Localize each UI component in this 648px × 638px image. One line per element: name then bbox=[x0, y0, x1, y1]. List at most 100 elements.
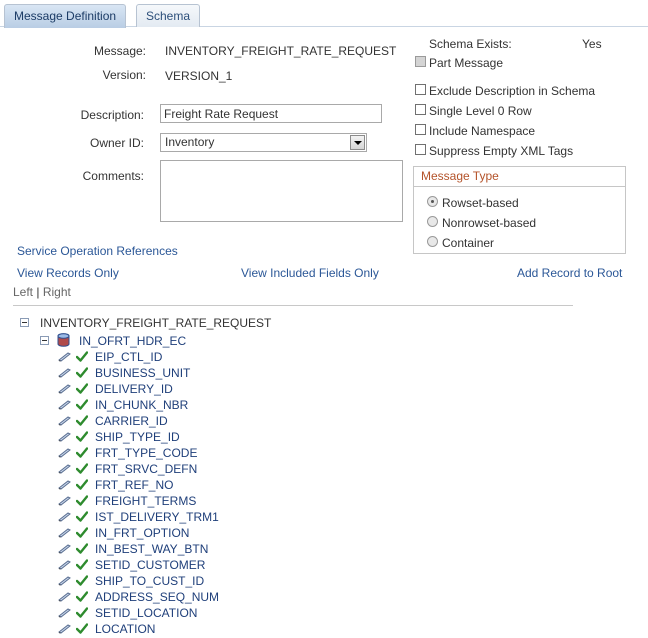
tree-field-label[interactable]: BUSINESS_UNIT bbox=[95, 366, 190, 380]
tree-field-label[interactable]: FRT_SRVC_DEFN bbox=[95, 462, 197, 476]
edit-pencil-icon[interactable] bbox=[58, 576, 72, 586]
separator: | bbox=[36, 285, 40, 299]
check-icon bbox=[76, 383, 88, 394]
suppress-empty-label: Suppress Empty XML Tags bbox=[429, 144, 574, 158]
edit-pencil-icon[interactable] bbox=[58, 544, 72, 554]
owner-id-value: Inventory bbox=[165, 135, 215, 149]
version-label: Version: bbox=[102, 68, 146, 82]
check-icon bbox=[76, 607, 88, 618]
check-icon bbox=[76, 399, 88, 410]
nonrowset-based-radio[interactable] bbox=[427, 216, 438, 227]
view-included-fields-link[interactable]: View Included Fields Only bbox=[241, 266, 379, 280]
check-icon bbox=[76, 591, 88, 602]
tree-field-label[interactable]: DELIVERY_ID bbox=[95, 382, 173, 396]
edit-pencil-icon[interactable] bbox=[58, 464, 72, 474]
single-level-checkbox[interactable] bbox=[415, 104, 426, 115]
collapse-root-icon[interactable] bbox=[20, 318, 29, 327]
tab-message-definition[interactable]: Message Definition bbox=[4, 4, 127, 28]
check-icon bbox=[76, 527, 88, 538]
owner-id-select[interactable]: Inventory bbox=[160, 133, 367, 152]
description-input[interactable]: Freight Rate Request bbox=[160, 104, 382, 123]
part-message-checkbox bbox=[415, 56, 426, 67]
tree-field-label[interactable]: EIP_CTL_ID bbox=[95, 350, 162, 364]
suppress-empty-checkbox[interactable] bbox=[415, 144, 426, 155]
edit-pencil-icon[interactable] bbox=[58, 592, 72, 602]
rowset-based-radio[interactable] bbox=[427, 196, 438, 207]
exclude-description-label: Exclude Description in Schema bbox=[429, 84, 596, 98]
check-icon bbox=[76, 431, 88, 442]
container-label: Container bbox=[442, 236, 495, 250]
right-link[interactable]: Right bbox=[43, 285, 71, 299]
edit-pencil-icon[interactable] bbox=[58, 624, 72, 634]
check-icon bbox=[76, 559, 88, 570]
schema-exists-value: Yes bbox=[582, 37, 602, 51]
tree-field-label[interactable]: SETID_CUSTOMER bbox=[95, 558, 205, 572]
edit-pencil-icon[interactable] bbox=[58, 416, 72, 426]
nonrowset-based-label: Nonrowset-based bbox=[442, 216, 537, 230]
tree-root: INVENTORY_FREIGHT_RATE_REQUEST bbox=[40, 316, 272, 330]
message-label: Message: bbox=[93, 44, 146, 58]
tree-field-label[interactable]: SHIP_TYPE_ID bbox=[95, 430, 180, 444]
owner-id-label: Owner ID: bbox=[89, 136, 144, 150]
tree-field-label[interactable]: IN_FRT_OPTION bbox=[95, 526, 189, 540]
add-record-to-root-link[interactable]: Add Record to Root bbox=[517, 266, 622, 280]
tree-field-label[interactable]: SHIP_TO_CUST_ID bbox=[95, 574, 204, 588]
include-namespace-checkbox[interactable] bbox=[415, 124, 426, 135]
edit-pencil-icon[interactable] bbox=[58, 448, 72, 458]
edit-pencil-icon[interactable] bbox=[58, 608, 72, 618]
tree-field-label[interactable]: IN_BEST_WAY_BTN bbox=[95, 542, 208, 556]
part-message-label: Part Message bbox=[429, 56, 504, 70]
check-icon bbox=[76, 463, 88, 474]
service-operation-references-link[interactable]: Service Operation References bbox=[17, 244, 178, 258]
comments-textarea[interactable] bbox=[160, 160, 403, 222]
check-icon bbox=[76, 351, 88, 362]
edit-pencil-icon[interactable] bbox=[58, 480, 72, 490]
check-icon bbox=[76, 623, 88, 634]
tab-bar: Message Definition Schema bbox=[0, 0, 648, 28]
check-icon bbox=[76, 479, 88, 490]
tree-field-label[interactable]: FREIGHT_TERMS bbox=[95, 494, 196, 508]
chevron-down-icon[interactable] bbox=[350, 135, 365, 150]
check-icon bbox=[76, 367, 88, 378]
tree-field-label[interactable]: SETID_LOCATION bbox=[95, 606, 197, 620]
tree-record[interactable]: IN_OFRT_HDR_EC bbox=[79, 334, 186, 348]
edit-pencil-icon[interactable] bbox=[58, 512, 72, 522]
description-label: Description: bbox=[80, 108, 144, 122]
tree-field-label[interactable]: IST_DELIVERY_TRM1 bbox=[95, 510, 219, 524]
tree-field-label[interactable]: CARRIER_ID bbox=[95, 414, 168, 428]
database-icon bbox=[57, 333, 70, 347]
tree-field-label[interactable]: ADDRESS_SEQ_NUM bbox=[95, 590, 219, 604]
edit-pencil-icon[interactable] bbox=[58, 432, 72, 442]
single-level-label: Single Level 0 Row bbox=[429, 104, 532, 118]
tree-field-label[interactable]: FRT_TYPE_CODE bbox=[95, 446, 197, 460]
tab-schema[interactable]: Schema bbox=[136, 4, 201, 27]
edit-pencil-icon[interactable] bbox=[58, 528, 72, 538]
divider bbox=[13, 305, 573, 306]
check-icon bbox=[76, 511, 88, 522]
message-type-title: Message Type bbox=[413, 166, 626, 187]
edit-pencil-icon[interactable] bbox=[58, 352, 72, 362]
tree-field-label[interactable]: FRT_REF_NO bbox=[95, 478, 173, 492]
tree-field-label[interactable]: LOCATION bbox=[95, 622, 155, 636]
edit-pencil-icon[interactable] bbox=[58, 400, 72, 410]
view-records-only-link[interactable]: View Records Only bbox=[17, 266, 119, 280]
container-radio[interactable] bbox=[427, 236, 438, 247]
left-link[interactable]: Left bbox=[13, 285, 33, 299]
edit-pencil-icon[interactable] bbox=[58, 560, 72, 570]
edit-pencil-icon[interactable] bbox=[58, 384, 72, 394]
tree-field-label[interactable]: IN_CHUNK_NBR bbox=[95, 398, 188, 412]
check-icon bbox=[76, 447, 88, 458]
message-value: INVENTORY_FREIGHT_RATE_REQUEST bbox=[165, 44, 397, 58]
collapse-record-icon[interactable] bbox=[40, 336, 49, 345]
exclude-description-checkbox[interactable] bbox=[415, 84, 426, 95]
check-icon bbox=[76, 543, 88, 554]
left-right-toggle: Left | Right bbox=[13, 285, 71, 299]
comments-label: Comments: bbox=[82, 169, 144, 183]
schema-exists-label: Schema Exists: bbox=[429, 37, 512, 51]
check-icon bbox=[76, 495, 88, 506]
edit-pencil-icon[interactable] bbox=[58, 368, 72, 378]
check-icon bbox=[76, 415, 88, 426]
version-value: VERSION_1 bbox=[165, 69, 233, 83]
edit-pencil-icon[interactable] bbox=[58, 496, 72, 506]
check-icon bbox=[76, 575, 88, 586]
